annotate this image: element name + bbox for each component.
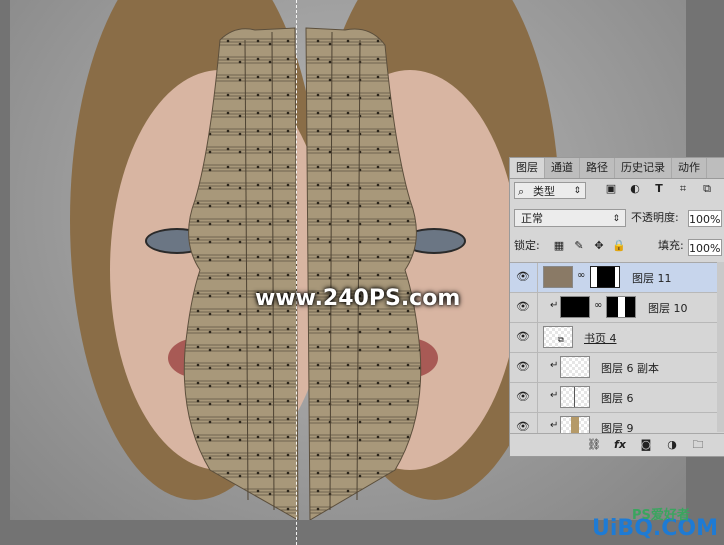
tab-actions[interactable]: 动作 xyxy=(672,158,707,178)
blend-row: 正常 ⇕ 不透明度: 100% xyxy=(510,206,724,230)
lock-all-icon[interactable]: 🔒 xyxy=(612,239,626,253)
fx-icon[interactable]: fx xyxy=(613,438,627,452)
eye-icon: 👁 xyxy=(516,330,530,343)
layers-list: 👁 ∞ 图层 11 👁 ↵ ∞ 图层 10 👁 ⧉ 书页 4 👁 ↵ 图层 6 … xyxy=(510,262,724,433)
type-filter-icon[interactable]: T xyxy=(652,182,666,196)
layer-thumbnail xyxy=(543,266,573,288)
layer-row[interactable]: 👁 ∞ 图层 11 xyxy=(510,263,724,293)
clipping-arrow-icon: ↵ xyxy=(550,360,559,371)
layer-row[interactable]: 👁 ⧉ 书页 4 xyxy=(510,323,724,353)
visibility-toggle[interactable]: 👁 xyxy=(510,413,538,433)
layer-thumbnail xyxy=(560,296,590,318)
layer-thumbnail xyxy=(560,356,590,378)
clipping-arrow-icon: ↵ xyxy=(550,390,559,401)
layer-thumbnail xyxy=(560,416,590,433)
smart-object-filter-icon[interactable]: ⧉ xyxy=(700,182,714,196)
smart-object-badge-icon: ⧉ xyxy=(558,335,564,344)
eye-icon: 👁 xyxy=(516,390,530,403)
chain-link-icon[interactable]: ∞ xyxy=(594,300,602,311)
layer-row[interactable]: 👁 ↵ 图层 6 副本 xyxy=(510,353,724,383)
visibility-toggle[interactable]: 👁 xyxy=(510,383,538,412)
center-guide-line[interactable] xyxy=(296,0,297,545)
watermark-text: www.240PS.com xyxy=(255,286,461,311)
layer-name[interactable]: 图层 11 xyxy=(632,270,672,286)
image-filter-icon[interactable]: ▣ xyxy=(604,182,618,196)
blend-mode-value: 正常 xyxy=(521,212,543,225)
chain-link-icon[interactable]: ∞ xyxy=(577,270,585,281)
shape-filter-icon[interactable]: ⌗ xyxy=(676,182,690,196)
search-icon: ⌕ xyxy=(518,185,525,198)
layer-mask-thumbnail[interactable] xyxy=(606,296,636,318)
layer-name[interactable]: 书页 4 xyxy=(584,330,617,346)
layer-row[interactable]: 👁 ↵ ∞ 图层 10 xyxy=(510,293,724,323)
tab-layers[interactable]: 图层 xyxy=(510,158,545,178)
opacity-input[interactable]: 100% xyxy=(688,210,722,227)
corner-logo: PS爱好者 UiBQ.COM xyxy=(592,508,718,541)
visibility-toggle[interactable]: 👁 xyxy=(510,263,538,292)
corner-logo-sub: PS爱好者 xyxy=(632,508,690,523)
layer-row[interactable]: 👁 ↵ 图层 6 xyxy=(510,383,724,413)
eye-icon: 👁 xyxy=(516,420,530,433)
eye-icon: 👁 xyxy=(516,360,530,373)
lock-image-icon[interactable]: ✎ xyxy=(572,239,586,253)
mask-icon[interactable]: ◙ xyxy=(639,438,653,452)
link-icon[interactable]: ⛓ xyxy=(587,438,601,452)
tab-history[interactable]: 历史记录 xyxy=(615,158,672,178)
layer-name[interactable]: 图层 6 副本 xyxy=(601,360,659,376)
select-arrow-icon: ⇕ xyxy=(573,186,581,196)
panel-bottom-bar: ⛓ fx ◙ ◑ 🗀 xyxy=(510,433,724,456)
visibility-toggle[interactable]: 👁 xyxy=(510,353,538,382)
fill-input[interactable]: 100% xyxy=(688,239,722,256)
lock-transparent-icon[interactable]: ▦ xyxy=(552,239,566,253)
folder-icon[interactable]: 🗀 xyxy=(691,438,705,452)
lock-label: 锁定: xyxy=(514,239,540,252)
tab-paths[interactable]: 路径 xyxy=(580,158,615,178)
eye-icon: 👁 xyxy=(516,300,530,313)
clipping-arrow-icon: ↵ xyxy=(550,420,559,431)
visibility-toggle[interactable]: 👁 xyxy=(510,293,538,322)
visibility-toggle[interactable]: 👁 xyxy=(510,323,538,352)
filter-row: ⌕ 类型 ⇕ ▣ ◐ T ⌗ ⧉ xyxy=(510,179,724,203)
tab-channels[interactable]: 通道 xyxy=(545,158,580,178)
layer-mask-thumbnail[interactable] xyxy=(590,266,620,288)
layer-name[interactable]: 图层 6 xyxy=(601,390,634,406)
adjustment-icon[interactable]: ◑ xyxy=(665,438,679,452)
layer-name[interactable]: 图层 10 xyxy=(648,300,688,316)
filter-kind-select[interactable]: ⌕ 类型 ⇕ xyxy=(514,182,586,199)
layer-row[interactable]: 👁 ↵ 图层 9 xyxy=(510,413,724,433)
filter-kind-label: 类型 xyxy=(533,185,555,198)
lock-position-icon[interactable]: ✥ xyxy=(592,239,606,253)
layers-panel: 图层 通道 路径 历史记录 动作 ⌕ 类型 ⇕ ▣ ◐ T ⌗ ⧉ 正常 ⇕ 不… xyxy=(509,157,724,457)
eye-icon: 👁 xyxy=(516,270,530,283)
layer-name[interactable]: 图层 9 xyxy=(601,420,634,433)
blend-mode-select[interactable]: 正常 ⇕ xyxy=(514,209,626,227)
select-arrow-icon: ⇕ xyxy=(612,214,620,224)
lock-row: 锁定: ▦ ✎ ✥ 🔒 填充: 100% xyxy=(510,235,724,259)
layers-scrollbar[interactable] xyxy=(717,262,724,432)
panel-tabs: 图层 通道 路径 历史记录 动作 xyxy=(510,158,724,179)
layer-thumbnail xyxy=(560,386,590,408)
layer-thumbnail: ⧉ xyxy=(543,326,573,348)
clipping-arrow-icon: ↵ xyxy=(550,300,559,311)
opacity-label: 不透明度: xyxy=(631,211,679,224)
adjustment-filter-icon[interactable]: ◐ xyxy=(628,182,642,196)
fill-label: 填充: xyxy=(658,239,684,252)
